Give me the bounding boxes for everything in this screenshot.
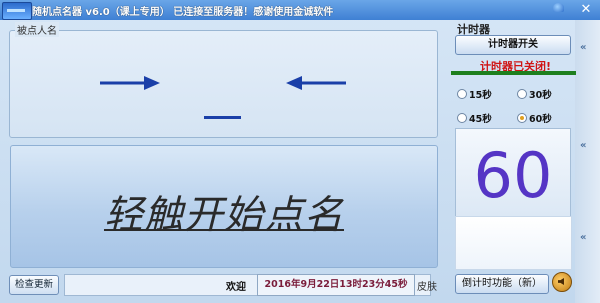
timer-status-bar [451,71,576,75]
radio-selected-icon [517,113,527,123]
radio-icon [457,89,467,99]
timer-toggle-button[interactable]: 计时器开关 [455,35,571,55]
pin-icon[interactable] [548,1,570,17]
chevron-left-icon[interactable]: « [580,140,586,151]
check-update-button[interactable]: 检查更新 [9,275,59,295]
name-group-label: 被点人名 [15,22,59,37]
timer-option-45[interactable]: 45秒 [457,111,492,125]
timer-option-60[interactable]: 60秒 [517,111,552,125]
close-icon[interactable]: ✕ [575,1,597,18]
title-bar[interactable]: 随机点名器 v6.0（课上专用） 已连接至服务器！感谢使用金诚软件 ✕ [0,0,600,20]
timer-display: 60 [455,128,571,217]
timer-option-30[interactable]: 30秒 [517,87,552,101]
start-rollcall-label: 轻触开始点名 [103,193,344,238]
selected-name-placeholder [204,116,241,119]
start-rollcall-button[interactable]: 轻触开始点名 [10,145,438,268]
chevron-left-icon[interactable]: « [580,42,586,53]
welcome-text: 欢迎 [226,282,246,293]
app-icon [2,2,32,20]
right-arrow-icon [286,76,346,90]
name-group-box [9,30,438,138]
radio-icon [457,113,467,123]
timer-blank-panel [455,216,572,270]
left-arrow-icon [100,76,160,90]
timer-option-15[interactable]: 15秒 [457,87,492,101]
radio-icon [517,89,527,99]
countdown-button[interactable]: 倒计时功能（新） [455,274,549,294]
skin-link[interactable]: 皮肤 [417,278,437,293]
side-panel-edge [575,20,600,303]
timer-value: 60 [473,139,553,212]
app-window: 随机点名器 v6.0（课上专用） 已连接至服务器！感谢使用金诚软件 ✕ 被点人名… [0,0,600,303]
window-title: 随机点名器 v6.0（课上专用） 已连接至服务器！感谢使用金诚软件 [32,7,334,18]
speaker-icon[interactable] [552,272,572,292]
datetime-display: 2016年9月22日13时23分45秒 [257,274,415,296]
chevron-left-icon[interactable]: « [580,232,586,243]
